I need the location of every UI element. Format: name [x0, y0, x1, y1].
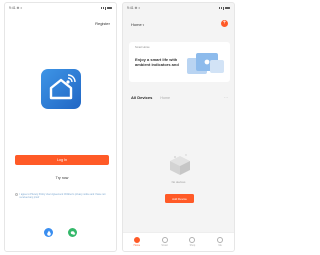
try-now-link[interactable]: Try now: [15, 176, 109, 180]
status-icons: [219, 6, 230, 10]
status-icons: [101, 6, 112, 10]
device-tabs: All Devices Home ···: [131, 95, 228, 101]
status-bar: 9:41 ⊕ ◐: [9, 5, 112, 11]
signal-icon: [221, 6, 222, 10]
chat-icon: [70, 230, 75, 235]
home-icon: [133, 237, 140, 243]
empty-box-icon: [170, 154, 190, 175]
empty-state: [123, 105, 234, 233]
home-selector[interactable]: Home ▾: [131, 22, 144, 27]
nav-label: Me: [218, 244, 222, 247]
battery-icon: [107, 6, 112, 10]
smart-devices-illustration: [187, 53, 224, 74]
nav-label: Home: [133, 244, 141, 247]
battery-icon: [225, 6, 230, 10]
nav-item-smart[interactable]: Smart: [155, 237, 175, 247]
more-icon[interactable]: ···: [224, 95, 228, 100]
login-screen: 9:41 ⊕ ◐ Register Log In Try now I agree…: [4, 2, 117, 252]
signal-icon: [105, 6, 106, 10]
signal-icon: [219, 7, 220, 9]
add-device-button[interactable]: Add Device: [165, 194, 194, 203]
tab-all-devices[interactable]: All Devices: [131, 95, 152, 100]
home-title: Home: [131, 22, 142, 27]
wechat-login-button[interactable]: [68, 228, 77, 237]
nav-item-home[interactable]: Home: [127, 237, 147, 247]
user-icon: [217, 237, 224, 243]
no-devices-label: No devices: [171, 180, 186, 184]
signal-icon: [223, 6, 224, 10]
smart-home-icon: [49, 74, 76, 100]
agreement-checkbox[interactable]: [15, 193, 18, 197]
signal-icon: [103, 6, 104, 10]
nav-label: Smart: [161, 244, 168, 247]
promo-banner[interactable]: Smart Home Enjoy a smart life with ambie…: [129, 42, 230, 82]
drop-icon: [46, 230, 51, 236]
status-time: 9:41 ⊕ ◐: [9, 6, 23, 10]
add-icon[interactable]: +: [221, 20, 228, 27]
chevron-down-icon: ▾: [142, 22, 145, 27]
agreement-text[interactable]: I agree to Privacy Policy User Agreement…: [20, 193, 112, 199]
status-time: 9:41 ⊕ ◐: [127, 6, 141, 10]
login-button[interactable]: Log In: [15, 155, 109, 165]
tab-home[interactable]: Home: [160, 96, 170, 100]
shop-icon: [189, 237, 196, 243]
bottom-nav: Home Smart Shop Me: [123, 232, 234, 251]
weibo-login-button[interactable]: [44, 228, 53, 237]
signal-icon: [101, 7, 102, 9]
nav-item-shop[interactable]: Shop: [182, 237, 202, 247]
nav-item-me[interactable]: Me: [210, 237, 230, 247]
app-logo: [41, 69, 81, 109]
banner-headline: Enjoy a smart life with ambient indicato…: [135, 57, 179, 67]
smart-icon: [161, 237, 168, 243]
register-link[interactable]: Register: [95, 21, 110, 26]
status-bar: 9:41 ⊕ ◐: [127, 5, 230, 11]
agreement: I agree to Privacy Policy User Agreement…: [15, 193, 111, 199]
nav-label: Shop: [189, 244, 196, 247]
banner-tag: Smart Home: [135, 46, 150, 49]
home-screen: 9:41 ⊕ ◐ Home ▾ + Smart Home Enjoy a sma…: [122, 2, 235, 252]
